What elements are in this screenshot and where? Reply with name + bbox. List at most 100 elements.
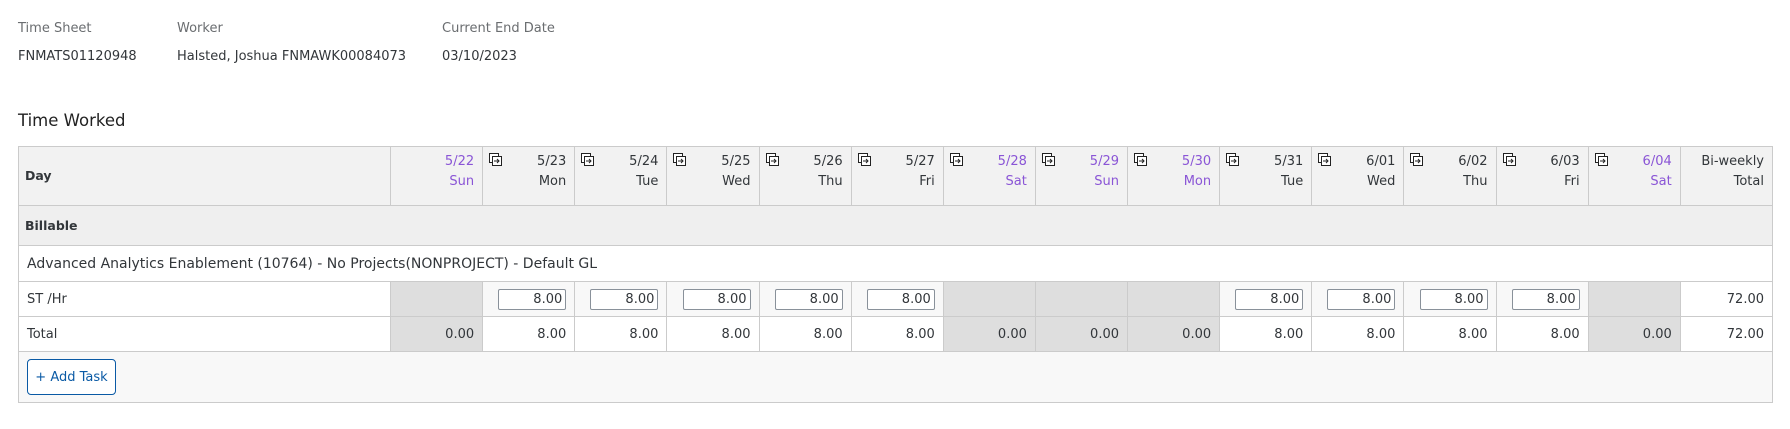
st-hours-cell[interactable]: [1495, 281, 1589, 317]
end-date-value: 03/10/2023: [442, 49, 517, 64]
copy-day-icon[interactable]: [1134, 153, 1147, 166]
st-hours-cell[interactable]: [1403, 281, 1497, 317]
day-header-6-03: 6/03 Fri: [1495, 146, 1589, 206]
copy-day-icon[interactable]: [1502, 153, 1516, 166]
hours-input[interactable]: [774, 288, 843, 310]
hours-input[interactable]: [1511, 288, 1580, 310]
day-header-6-01: 6/01 Wed: [1311, 146, 1405, 206]
st-label: ST /Hr: [18, 281, 391, 317]
day-date: 5/22: [444, 154, 475, 169]
day-total-cell: 8.00: [758, 316, 852, 352]
hours-input[interactable]: [866, 288, 935, 310]
hours-input[interactable]: [1419, 288, 1488, 310]
st-hours-row: ST /Hr 72.00: [18, 281, 1774, 317]
copy-day-icon[interactable]: [581, 153, 595, 166]
copy-day-icon[interactable]: [1594, 153, 1608, 166]
day-total-cell: 8.00: [1495, 316, 1589, 352]
day-of-week: Sat: [1005, 174, 1027, 189]
st-hours-cell[interactable]: [1311, 281, 1405, 317]
total-row: Total 0.00 8.00 8.00 8.00 8.00 8.00 0.00 0.00 0.0…: [18, 316, 1774, 352]
hours-input[interactable]: [590, 288, 659, 310]
day-date: 5/31: [1274, 154, 1304, 169]
day-total-cell: 8.00: [1219, 316, 1313, 352]
day-header-5-28: 5/28 Sat: [942, 146, 1036, 206]
day-total-cell: 0.00: [942, 316, 1036, 352]
billable-row: Billable: [18, 205, 1773, 246]
day-of-week: Mon: [1183, 174, 1212, 189]
day-of-week: Thu: [818, 174, 843, 189]
day-date: 5/27: [905, 154, 935, 169]
grand-total: 72.00: [1679, 316, 1774, 352]
day-date: 5/25: [721, 154, 751, 169]
st-total: 72.00: [1679, 281, 1774, 317]
end-date-label: Current End Date: [442, 21, 555, 36]
st-hours-cell[interactable]: [666, 281, 760, 317]
day-header-6-02: 6/02 Thu: [1403, 146, 1497, 206]
day-header-6-04: 6/04 Sat: [1587, 146, 1681, 206]
day-header-5-26: 5/26 Thu: [758, 146, 852, 206]
time-worked-table: Day 5/22 Sun 5/23 Mon 5/24 Tue 5/25 Wed 5/26 Thu 5…: [18, 146, 1774, 403]
copy-day-icon[interactable]: [765, 153, 779, 166]
day-date: 5/23: [537, 154, 567, 169]
end-date-field: Current End Date 03/10/2023: [442, 20, 555, 66]
total-header-line2: Total: [1733, 174, 1764, 189]
day-of-week: Thu: [1463, 174, 1488, 189]
st-hours-cell: [1034, 281, 1129, 317]
hours-input[interactable]: [498, 288, 567, 310]
copy-day-icon[interactable]: [489, 153, 503, 166]
day-of-week: Tue: [1281, 174, 1304, 189]
total-label: Total: [18, 316, 391, 352]
day-total-cell: 0.00: [1587, 316, 1681, 352]
st-hours-cell[interactable]: [758, 281, 852, 317]
copy-day-icon[interactable]: [1041, 153, 1055, 166]
project-row: Advanced Analytics Enablement (10764) - …: [18, 245, 1773, 282]
day-column-header: Day: [18, 146, 391, 206]
time-sheet-value: FNMATS01120948: [18, 49, 137, 64]
day-date: 5/28: [997, 154, 1027, 169]
st-hours-cell: [389, 281, 484, 317]
day-total-cell: 8.00: [1311, 316, 1405, 352]
biweekly-total-header: Bi-weekly Total: [1679, 146, 1774, 206]
day-of-week: Sun: [1094, 174, 1119, 189]
st-hours-cell: [1587, 281, 1681, 317]
day-of-week: Sun: [449, 174, 475, 189]
st-hours-cell[interactable]: [850, 281, 944, 317]
st-hours-cell[interactable]: [574, 281, 668, 317]
copy-day-icon[interactable]: [949, 153, 963, 166]
hours-input[interactable]: [682, 288, 751, 310]
add-task-button[interactable]: + Add Task: [27, 359, 116, 395]
day-total-cell: 8.00: [850, 316, 944, 352]
add-task-row: + Add Task: [18, 351, 1773, 403]
day-date: 5/24: [629, 154, 659, 169]
time-sheet-label: Time Sheet: [18, 21, 92, 36]
billable-label: Billable: [18, 205, 1773, 246]
day-date: 5/29: [1089, 154, 1119, 169]
day-of-week: Fri: [1564, 174, 1580, 189]
st-hours-cell: [1126, 281, 1221, 317]
hours-input[interactable]: [1235, 288, 1304, 310]
time-sheet-field: Time Sheet FNMATS01120948: [18, 20, 137, 66]
copy-day-icon[interactable]: [1318, 153, 1332, 166]
day-total-cell: 8.00: [1403, 316, 1497, 352]
copy-day-icon[interactable]: [673, 153, 687, 166]
copy-day-icon[interactable]: [857, 153, 871, 166]
worker-field: Worker Halsted, Joshua FNMAWK00084073: [177, 20, 406, 66]
day-of-week: Wed: [722, 174, 751, 189]
copy-day-icon[interactable]: [1410, 153, 1424, 166]
st-hours-cell[interactable]: [1219, 281, 1313, 317]
worker-value: Halsted, Joshua FNMAWK00084073: [177, 49, 407, 64]
day-header-5-25: 5/25 Wed: [666, 146, 760, 206]
hours-input[interactable]: [1327, 288, 1396, 310]
day-of-week: Wed: [1367, 174, 1396, 189]
worker-label: Worker: [177, 21, 223, 36]
day-header-5-30: 5/30 Mon: [1126, 146, 1221, 206]
day-date: 6/04: [1642, 154, 1672, 169]
day-header-5-27: 5/27 Fri: [850, 146, 944, 206]
day-header-5-29: 5/29 Sun: [1034, 146, 1129, 206]
copy-day-icon[interactable]: [1226, 153, 1240, 166]
project-name: Advanced Analytics Enablement (10764) - …: [18, 245, 1773, 282]
day-date: 6/02: [1458, 154, 1488, 169]
total-header-line1: Bi-weekly: [1701, 154, 1764, 169]
day-header-5-23: 5/23 Mon: [482, 146, 576, 206]
st-hours-cell[interactable]: [482, 281, 576, 317]
